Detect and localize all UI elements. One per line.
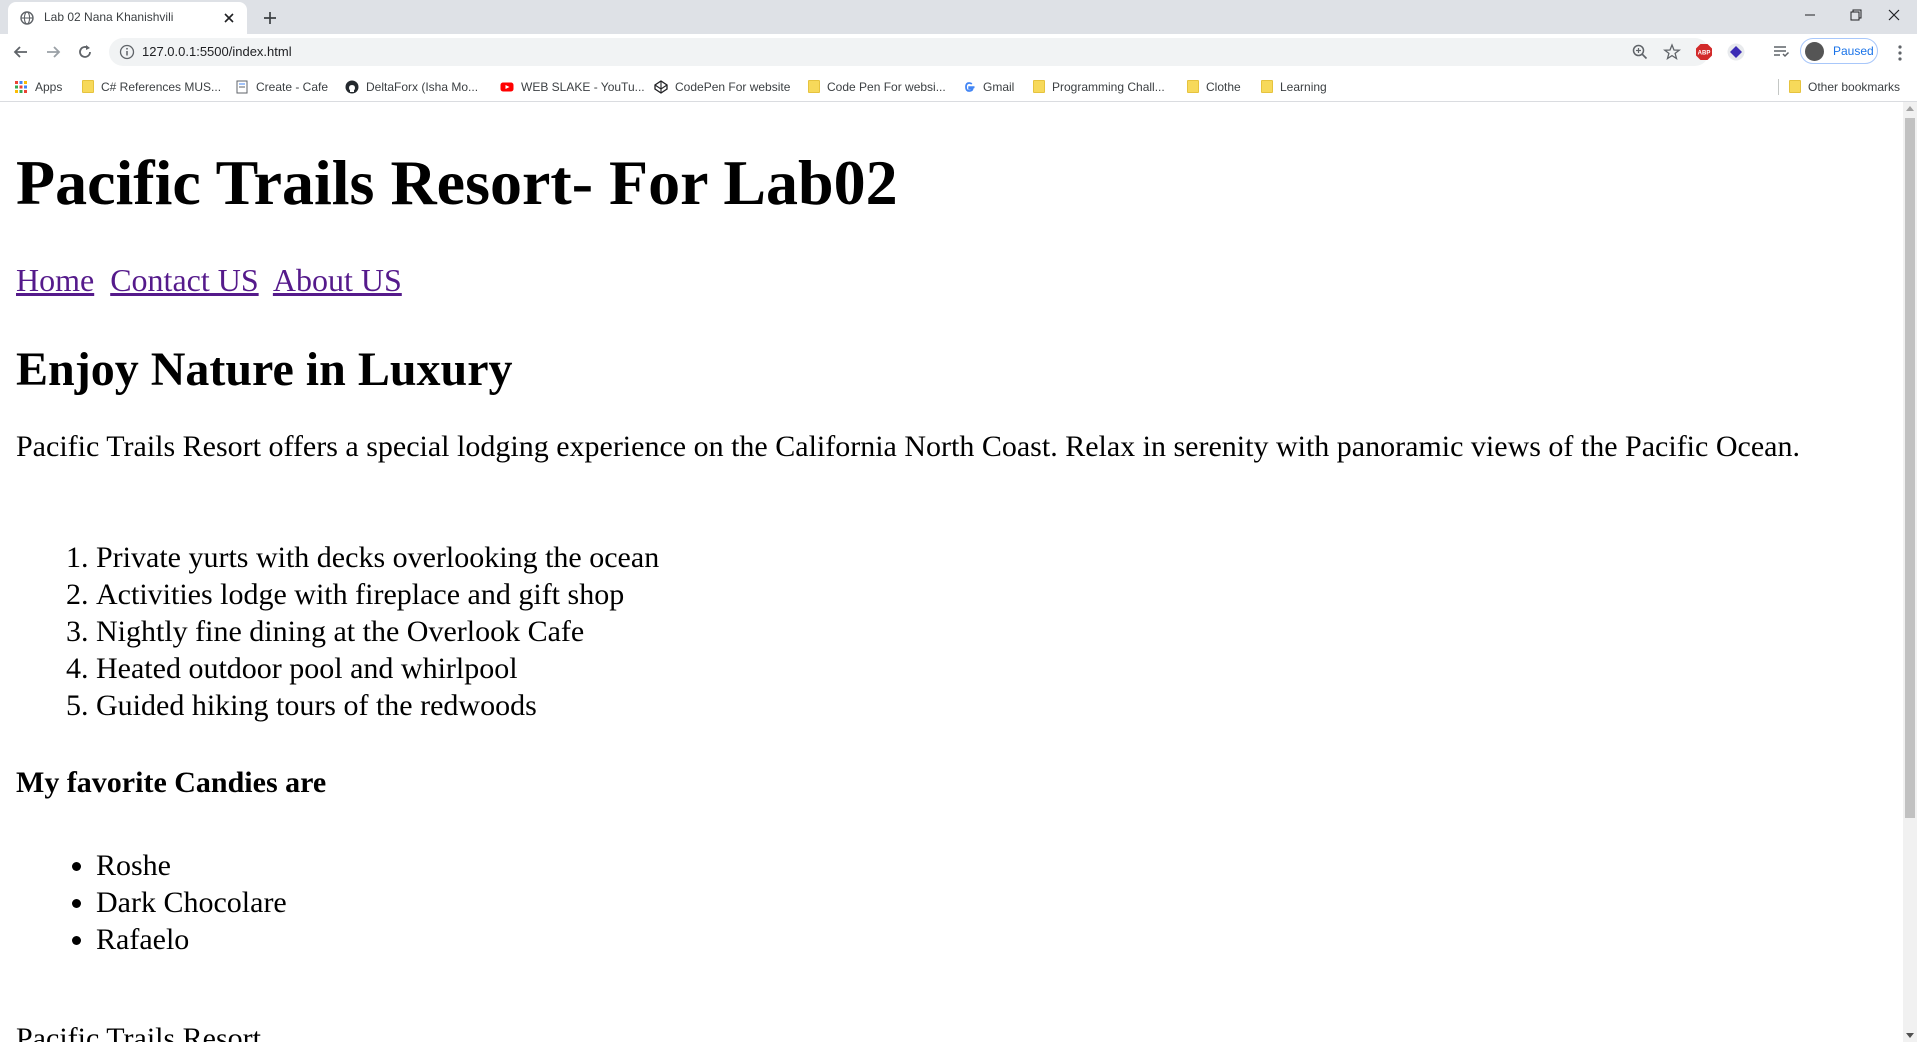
list-item: Dark Chocolare bbox=[96, 884, 287, 921]
nav-link-home[interactable]: Home bbox=[16, 262, 94, 298]
bookmark-label: Create - Cafe bbox=[256, 79, 329, 94]
tab-strip: Lab 02 Nana Khanishvili bbox=[0, 0, 1917, 34]
bookmark-label: Apps bbox=[35, 79, 63, 94]
bookmark-apps[interactable]: Apps bbox=[14, 78, 62, 95]
page-title: Pacific Trails Resort- For Lab02 bbox=[16, 147, 898, 218]
github-icon bbox=[345, 80, 359, 93]
bookmark-label: CodePen For website bbox=[675, 79, 791, 94]
bookmark-web-slake[interactable]: WEB SLAKE - YouTu... bbox=[500, 78, 645, 95]
minimize-window-icon[interactable] bbox=[1787, 0, 1833, 30]
folder-icon bbox=[808, 80, 820, 93]
browser-toolbar: 127.0.0.1:5500/index.html ABP Paused bbox=[0, 34, 1917, 71]
nav-link-about-us[interactable]: About US bbox=[273, 262, 402, 298]
bookmark-label: C# References MUS... bbox=[101, 79, 222, 94]
svg-text:ABP: ABP bbox=[1698, 51, 1711, 57]
site-info-icon[interactable] bbox=[119, 44, 135, 60]
back-arrow-icon[interactable] bbox=[11, 42, 31, 62]
intro-paragraph: Pacific Trails Resort offers a special l… bbox=[16, 430, 1800, 463]
folder-icon bbox=[82, 80, 94, 93]
bookmark-gmail[interactable]: Gmail bbox=[962, 78, 1014, 95]
bookmark-programming-challenges[interactable]: Programming Chall... bbox=[1033, 78, 1165, 95]
folder-icon bbox=[1789, 80, 1801, 93]
folder-icon bbox=[1033, 80, 1045, 93]
forward-arrow-icon[interactable] bbox=[43, 42, 63, 62]
bookmark-label: Learning bbox=[1280, 79, 1327, 94]
list-item: Private yurts with decks overlooking the… bbox=[96, 539, 659, 576]
list-item: Activities lodge with fireplace and gift… bbox=[96, 576, 659, 613]
youtube-icon bbox=[500, 82, 514, 91]
folder-icon bbox=[1187, 80, 1199, 93]
folder-icon bbox=[1261, 80, 1273, 93]
bookmark-create-cafe[interactable]: Create - Cafe bbox=[235, 78, 328, 95]
footer-text: Pacific Trails Resort bbox=[16, 1022, 261, 1042]
bookmark-label: Clothe bbox=[1206, 79, 1241, 94]
list-item: Guided hiking tours of the redwoods bbox=[96, 687, 659, 724]
bookmark-label: Code Pen For websi... bbox=[827, 79, 946, 94]
apps-grid-icon bbox=[15, 80, 27, 93]
candies-heading: My favorite Candies are bbox=[16, 766, 327, 799]
bookmark-label: Other bookmarks bbox=[1808, 79, 1901, 94]
url-text: 127.0.0.1:5500/index.html bbox=[142, 44, 292, 59]
bookmark-label: Gmail bbox=[983, 79, 1015, 94]
bookmark-code-pen-folder[interactable]: Code Pen For websi... bbox=[808, 78, 946, 95]
extension-icon[interactable] bbox=[1727, 43, 1745, 61]
reload-icon[interactable] bbox=[75, 42, 95, 62]
zoom-icon[interactable] bbox=[1631, 43, 1649, 61]
tab-title: Lab 02 Nana Khanishvili bbox=[44, 10, 174, 24]
profile-button[interactable]: Paused bbox=[1800, 38, 1878, 64]
reading-list-icon[interactable] bbox=[1772, 43, 1790, 61]
menu-kebab-icon[interactable] bbox=[1892, 44, 1908, 62]
page-scrollbar[interactable] bbox=[1903, 102, 1917, 1042]
bookmarks-bar: Apps C# References MUS... Create - Cafe … bbox=[0, 71, 1917, 102]
close-window-icon[interactable] bbox=[1871, 0, 1917, 30]
scroll-up-arrow-icon[interactable] bbox=[1906, 106, 1914, 111]
bookmark-label: DeltaForx (Isha Mo... bbox=[366, 79, 479, 94]
bookmark-other-bookmarks[interactable]: Other bookmarks bbox=[1789, 78, 1900, 95]
nav-link-contact-us[interactable]: Contact US bbox=[110, 262, 258, 298]
bookmarks-divider bbox=[1778, 79, 1779, 95]
scrollbar-thumb[interactable] bbox=[1905, 118, 1915, 818]
avatar bbox=[1805, 42, 1824, 61]
profile-status-label: Paused bbox=[1833, 44, 1874, 58]
google-icon bbox=[965, 81, 975, 92]
bookmark-star-icon[interactable] bbox=[1663, 43, 1681, 61]
features-list: Private yurts with decks overlooking the… bbox=[16, 539, 659, 724]
bookmark-csharp-references[interactable]: C# References MUS... bbox=[82, 78, 221, 95]
browser-tab[interactable]: Lab 02 Nana Khanishvili bbox=[8, 2, 247, 34]
page-icon bbox=[236, 80, 248, 93]
section-heading: Enjoy Nature in Luxury bbox=[16, 343, 513, 396]
list-item: Nightly fine dining at the Overlook Cafe bbox=[96, 613, 659, 650]
list-item: Heated outdoor pool and whirlpool bbox=[96, 650, 659, 687]
page-viewport: Pacific Trails Resort- For Lab02 Home Co… bbox=[0, 102, 1903, 1042]
globe-icon bbox=[20, 11, 34, 25]
list-item: Rafaelo bbox=[96, 921, 287, 958]
bookmark-label: WEB SLAKE - YouTu... bbox=[521, 79, 645, 94]
codepen-icon bbox=[654, 79, 668, 94]
address-bar[interactable]: 127.0.0.1:5500/index.html bbox=[109, 38, 1709, 66]
bookmark-deltaforx[interactable]: DeltaForx (Isha Mo... bbox=[345, 78, 478, 95]
list-item: Roshe bbox=[96, 847, 287, 884]
new-tab-icon[interactable] bbox=[259, 7, 281, 29]
site-nav: Home Contact US About US bbox=[16, 262, 410, 299]
bookmark-label: Programming Chall... bbox=[1052, 79, 1165, 94]
adblock-extension-icon[interactable]: ABP bbox=[1695, 43, 1713, 61]
bookmark-codepen-website[interactable]: CodePen For website bbox=[654, 78, 790, 95]
scroll-down-arrow-icon[interactable] bbox=[1906, 1033, 1914, 1038]
close-tab-icon[interactable] bbox=[221, 10, 237, 26]
bookmark-clothe[interactable]: Clothe bbox=[1187, 78, 1241, 95]
candies-list: Roshe Dark Chocolare Rafaelo bbox=[16, 847, 287, 958]
bookmark-learning[interactable]: Learning bbox=[1261, 78, 1327, 95]
